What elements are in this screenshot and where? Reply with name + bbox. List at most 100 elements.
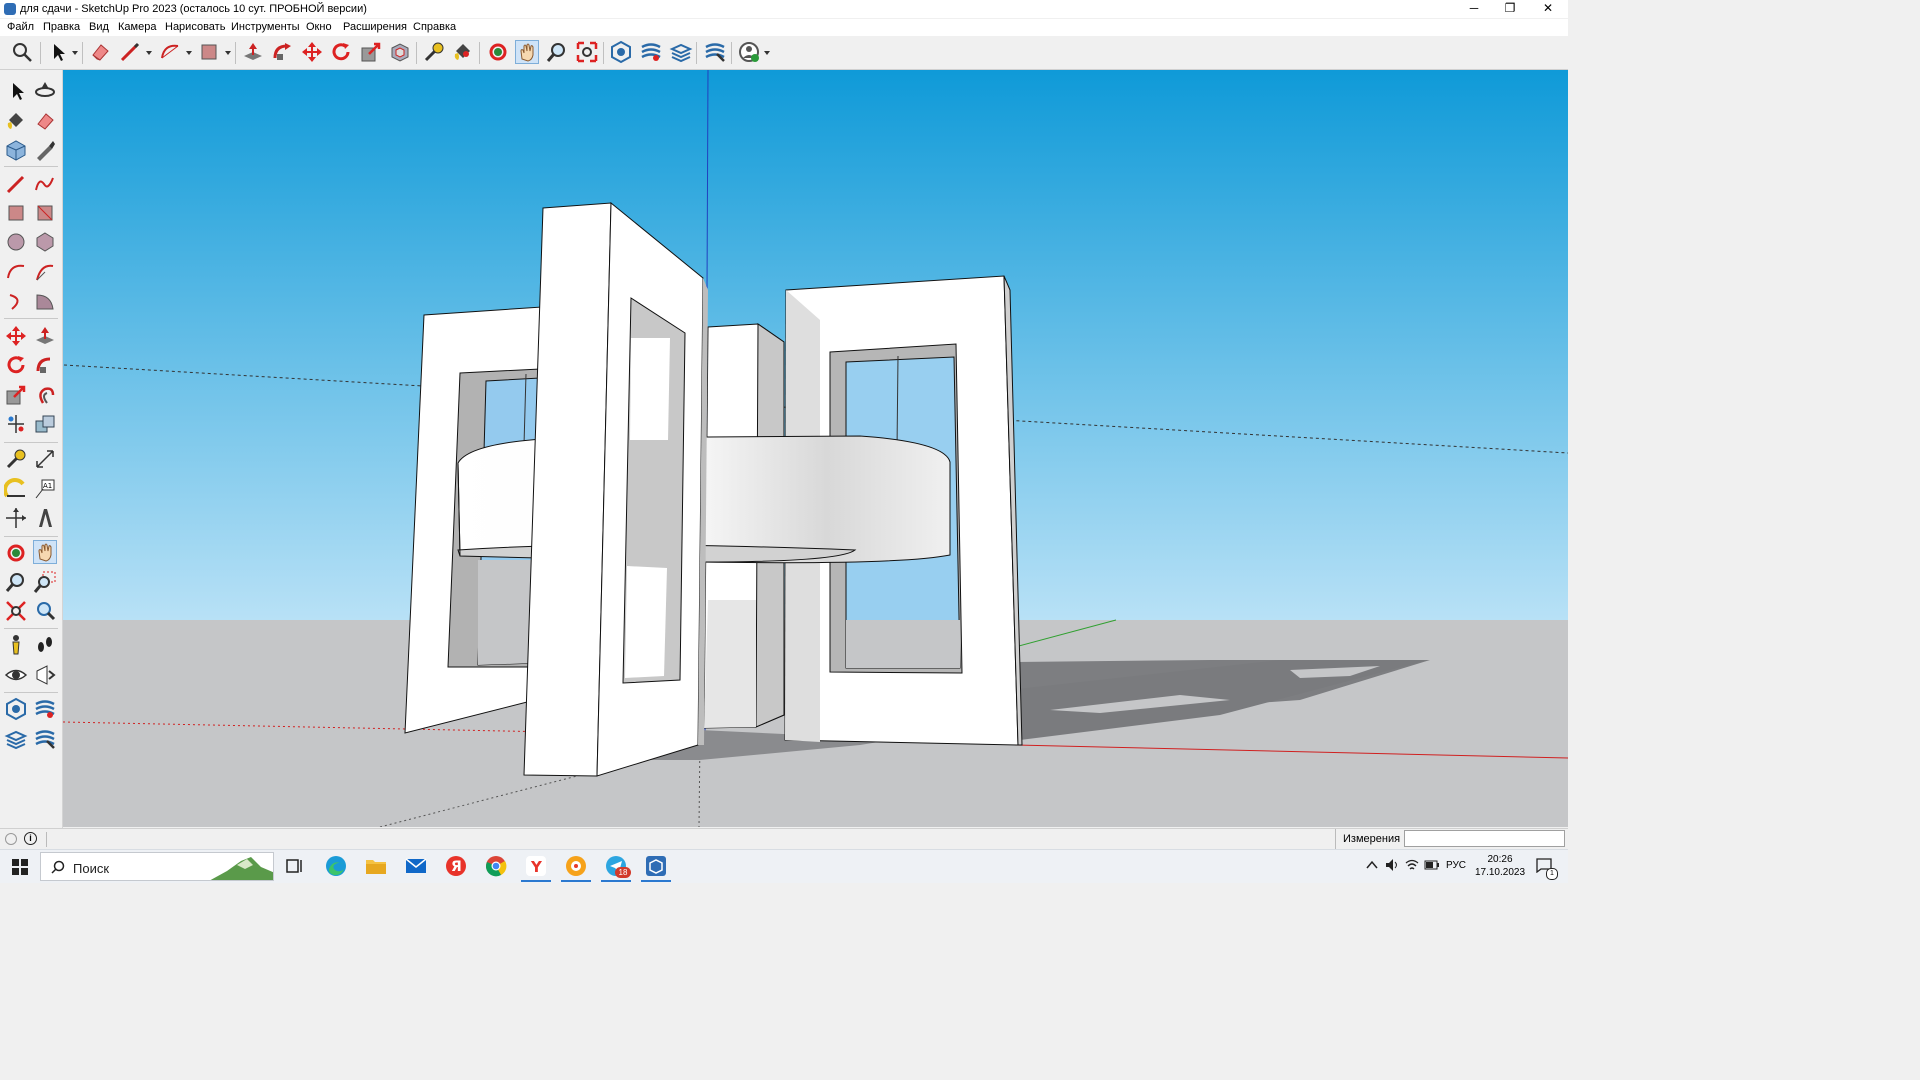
two-point-arc-icon[interactable] (33, 260, 57, 284)
push-pull-icon[interactable] (33, 324, 57, 348)
pie-icon[interactable] (33, 289, 57, 313)
taskbar-search-box[interactable]: Поиск (40, 852, 274, 881)
line-dropdown-icon[interactable] (146, 51, 152, 55)
outer-shell-icon[interactable] (33, 412, 57, 436)
profile-dropdown-icon[interactable] (764, 51, 770, 55)
rectangle-dropdown-icon[interactable] (225, 51, 231, 55)
layout-icon[interactable] (4, 727, 28, 751)
dimension-icon[interactable] (33, 447, 57, 471)
chrome-icon[interactable] (485, 855, 507, 877)
rotated-rectangle-icon[interactable] (33, 201, 57, 225)
menu-edit[interactable]: Правка (43, 21, 80, 33)
freehand-icon[interactable] (33, 172, 57, 196)
input-language[interactable]: РУС (1446, 860, 1466, 871)
tape-measure-icon[interactable] (4, 447, 28, 471)
music-player-icon[interactable] (565, 855, 587, 877)
battery-icon[interactable] (1424, 858, 1440, 872)
menu-window[interactable]: Окно (306, 21, 332, 33)
select-icon[interactable] (4, 79, 28, 103)
warehouse-icon[interactable] (4, 697, 28, 721)
arc-icon[interactable] (158, 40, 182, 64)
polygon-icon[interactable] (33, 230, 57, 254)
orbit-icon[interactable] (33, 79, 57, 103)
line-icon[interactable] (4, 172, 28, 196)
rectangle-icon[interactable] (4, 201, 28, 225)
geo-location-icon[interactable] (5, 833, 17, 845)
arc-dropdown-icon[interactable] (186, 51, 192, 55)
eraser-icon[interactable] (33, 109, 57, 133)
profile-icon[interactable] (737, 40, 761, 64)
taskbar-clock[interactable]: 20:26 17.10.2023 (1470, 853, 1530, 879)
text-icon[interactable]: A1 (33, 477, 57, 501)
zoom-window-icon[interactable] (33, 570, 57, 594)
sample-paint-icon[interactable] (33, 138, 57, 162)
paint-bucket-icon[interactable] (4, 109, 28, 133)
look-around-icon[interactable] (4, 663, 28, 687)
info-icon[interactable]: i (24, 832, 37, 845)
menu-view[interactable]: Вид (89, 21, 109, 33)
menu-draw[interactable]: Нарисовать (165, 21, 225, 33)
select-dropdown-icon[interactable] (72, 51, 78, 55)
task-view-icon[interactable] (284, 855, 306, 877)
yandex-browser-icon[interactable]: Я (445, 855, 467, 877)
model-canvas[interactable] (63, 70, 1568, 827)
zoom-icon[interactable] (4, 570, 28, 594)
eraser-icon[interactable] (88, 40, 112, 64)
axes-icon[interactable] (4, 506, 28, 530)
previous-view-icon[interactable] (33, 599, 57, 623)
pan-icon[interactable] (33, 540, 57, 564)
flip-icon[interactable] (4, 412, 28, 436)
extension-warehouse-icon[interactable] (639, 40, 663, 64)
extension-warehouse-icon[interactable] (33, 697, 57, 721)
move-icon[interactable] (4, 324, 28, 348)
three-point-arc-icon[interactable] (4, 289, 28, 313)
zoom-extents-icon[interactable] (575, 40, 599, 64)
3d-text-icon[interactable] (33, 506, 57, 530)
walk-icon[interactable] (33, 633, 57, 657)
tape-measure-icon[interactable] (422, 40, 446, 64)
section-plane-icon[interactable] (33, 663, 57, 687)
file-explorer-icon[interactable] (365, 855, 387, 877)
layout-icon[interactable] (669, 40, 693, 64)
menu-camera[interactable]: Камера (118, 21, 156, 33)
wifi-icon[interactable] (1405, 858, 1419, 872)
follow-me-icon[interactable] (270, 40, 294, 64)
close-button[interactable]: ✕ (1530, 0, 1566, 18)
warehouse-icon[interactable] (609, 40, 633, 64)
menu-extensions[interactable]: Расширения (343, 21, 407, 33)
mail-icon[interactable] (405, 855, 427, 877)
rotate-icon[interactable] (4, 353, 28, 377)
minimize-button[interactable]: ─ (1456, 0, 1492, 18)
position-camera-icon[interactable] (4, 633, 28, 657)
paint-bucket-icon[interactable] (451, 40, 475, 64)
pan-icon[interactable] (515, 40, 539, 64)
edge-browser-icon[interactable] (325, 855, 347, 877)
protractor-icon[interactable] (4, 477, 28, 501)
menu-file[interactable]: Файл (7, 21, 34, 33)
menu-help[interactable]: Справка (413, 21, 456, 33)
offset-icon[interactable] (33, 383, 57, 407)
offset-icon[interactable] (388, 40, 412, 64)
move-icon[interactable] (300, 40, 324, 64)
push-pull-icon[interactable] (241, 40, 265, 64)
volume-icon[interactable] (1385, 858, 1399, 872)
extension-manager-icon[interactable] (33, 727, 57, 751)
component-icon[interactable] (4, 138, 28, 162)
follow-me-icon[interactable] (33, 353, 57, 377)
select-icon[interactable] (46, 40, 70, 64)
yandex-app-icon[interactable]: Y (525, 855, 547, 877)
chevron-up-icon[interactable] (1366, 859, 1378, 871)
menu-tools[interactable]: Инструменты (231, 21, 300, 33)
viewport-3d[interactable] (63, 70, 1568, 827)
orbit-icon[interactable] (4, 541, 28, 565)
circle-icon[interactable] (4, 230, 28, 254)
scale-icon[interactable] (359, 40, 383, 64)
search-icon[interactable] (10, 40, 34, 64)
arc-icon[interactable] (4, 260, 28, 284)
windows-start-icon[interactable] (12, 859, 28, 875)
zoom-extents-icon[interactable] (4, 599, 28, 623)
zoom-icon[interactable] (545, 40, 569, 64)
extension-manager-icon[interactable] (703, 40, 727, 64)
sketchup-taskbar-icon[interactable] (645, 855, 667, 877)
orbit-icon[interactable] (486, 40, 510, 64)
